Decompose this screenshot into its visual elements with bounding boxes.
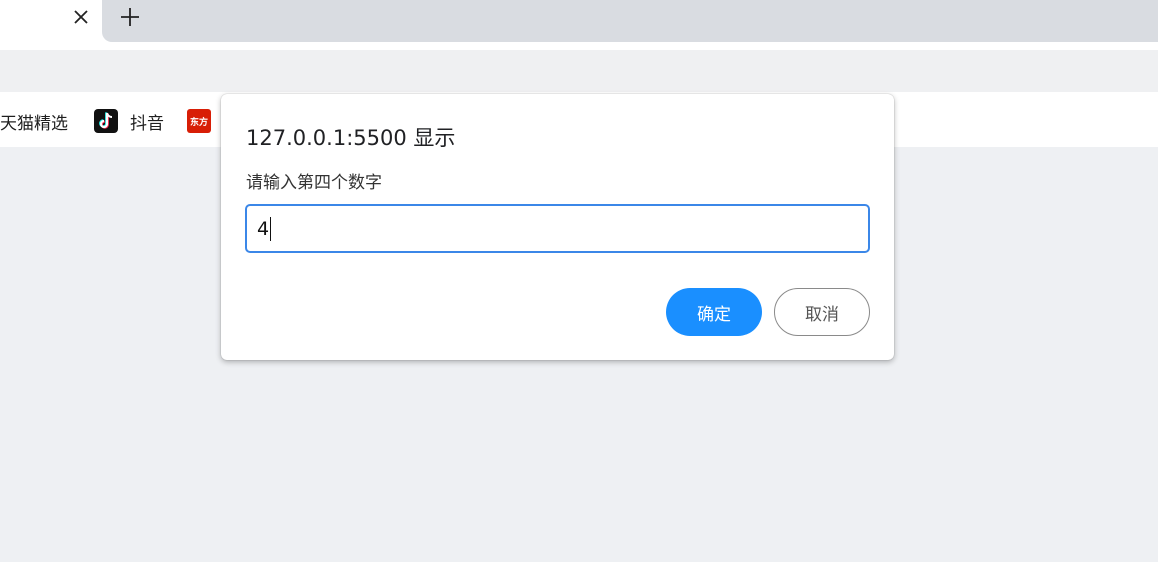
ok-button[interactable]: 确定 xyxy=(666,288,762,336)
close-icon xyxy=(74,10,88,24)
bookmark-dongfang[interactable]: 东方 xyxy=(187,106,223,136)
tab-strip-background xyxy=(102,0,1158,42)
tab-close-button[interactable] xyxy=(68,4,94,30)
tiktok-icon xyxy=(94,109,118,133)
dialog-title: 127.0.0.1:5500 显示 xyxy=(246,126,456,150)
bookmark-tmall[interactable]: 天猫精选 xyxy=(0,106,68,136)
browser-toolbar xyxy=(0,50,1158,92)
prompt-dialog: 127.0.0.1:5500 显示 请输入第四个数字 确定 取消 xyxy=(221,94,894,360)
bookmark-douyin[interactable]: 抖音 xyxy=(94,106,164,136)
active-tab[interactable] xyxy=(0,0,102,50)
dongfang-icon: 东方 xyxy=(187,109,211,133)
text-caret xyxy=(270,217,271,241)
bookmark-label: 抖音 xyxy=(130,113,164,134)
plus-icon xyxy=(121,8,139,26)
prompt-input[interactable] xyxy=(245,204,870,253)
tab-strip xyxy=(0,0,1158,50)
bookmark-label: 天猫精选 xyxy=(0,113,68,134)
new-tab-button[interactable] xyxy=(116,4,144,30)
cancel-button[interactable]: 取消 xyxy=(774,288,870,336)
dialog-message: 请输入第四个数字 xyxy=(246,173,382,193)
